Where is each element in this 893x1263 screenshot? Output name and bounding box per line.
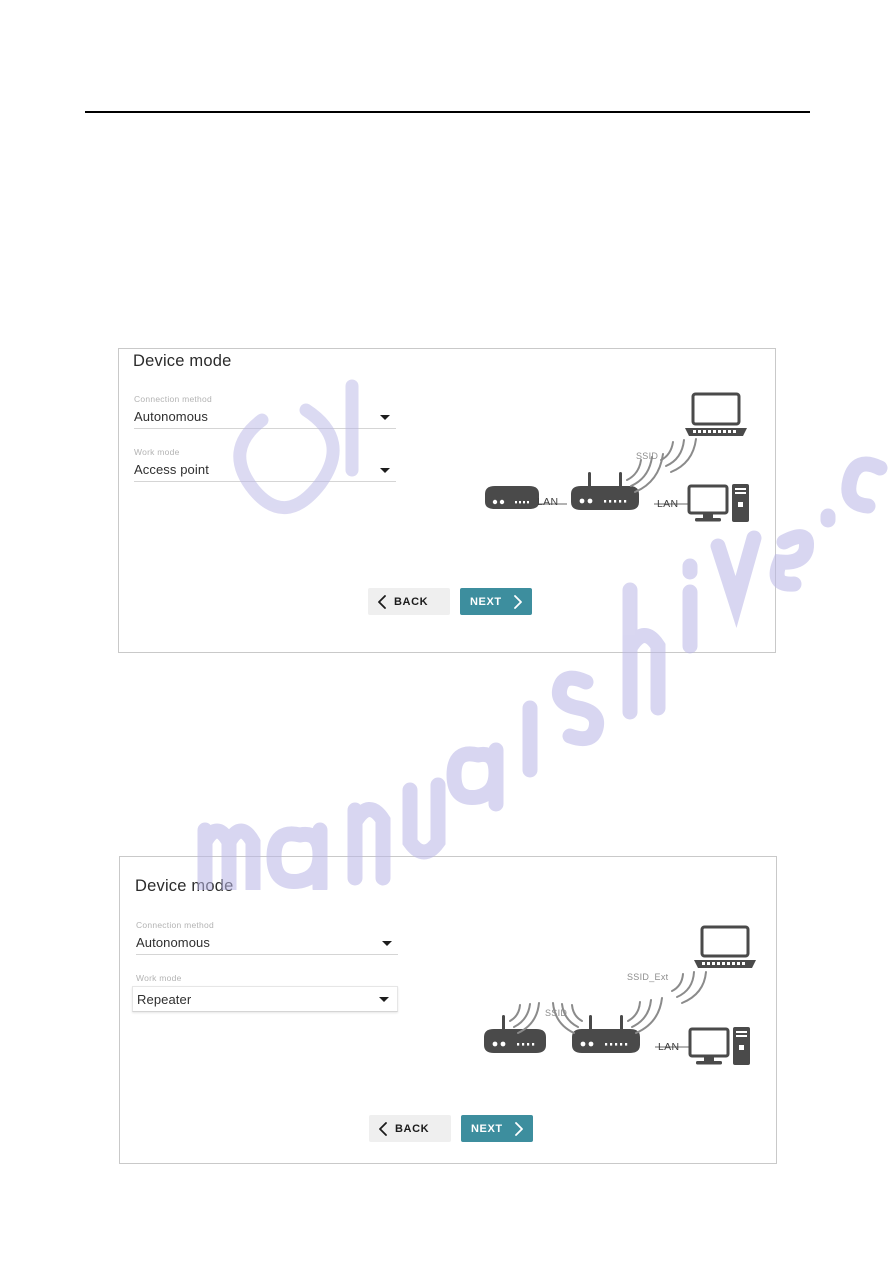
- work-mode-select[interactable]: Repeater: [132, 986, 398, 1012]
- wizard-button-row: BACK NEXT: [369, 1115, 533, 1142]
- connection-method-label: Connection method: [136, 920, 214, 930]
- wizard-button-row: BACK NEXT: [368, 588, 532, 615]
- connection-method-select[interactable]: Autonomous: [134, 405, 396, 429]
- next-button[interactable]: NEXT: [460, 588, 532, 615]
- work-mode-label: Work mode: [136, 973, 182, 983]
- next-button-label: NEXT: [470, 595, 502, 608]
- connection-method-label: Connection method: [134, 394, 212, 404]
- wifi-signal-icon: [509, 1002, 540, 1034]
- next-button-label: NEXT: [471, 1122, 503, 1135]
- lan-label: LAN: [658, 1041, 680, 1053]
- device-mode-card-repeater: Device mode Connection method Autonomous…: [119, 856, 777, 1164]
- chevron-left-icon: [379, 1121, 387, 1136]
- back-button-label: BACK: [395, 1122, 430, 1135]
- chevron-right-icon: [514, 595, 522, 609]
- modem-icon: [485, 486, 539, 509]
- device-mode-form: Connection method Autonomous Work mode A…: [134, 394, 396, 500]
- page-title: Device mode: [133, 352, 232, 370]
- laptop-icon: [685, 392, 747, 436]
- network-diagram-repeater: SSID SSID_Ext LAN: [472, 917, 762, 1102]
- device-mode-card-access-point: Device mode Connection method Autonomous…: [118, 348, 776, 653]
- wifi-signal-icon: [660, 438, 697, 473]
- router-icon: [484, 1015, 546, 1053]
- header-divider: [85, 111, 810, 113]
- work-mode-field: Work mode Repeater: [132, 973, 398, 1012]
- wifi-signal-icon: [627, 997, 663, 1034]
- chevron-right-icon: [515, 1122, 523, 1136]
- back-button-label: BACK: [394, 595, 429, 608]
- work-mode-label: Work mode: [134, 447, 180, 457]
- chevron-down-icon: [380, 467, 390, 473]
- laptop-icon: [694, 925, 756, 968]
- back-button[interactable]: BACK: [369, 1115, 451, 1142]
- back-button[interactable]: BACK: [368, 588, 450, 615]
- chevron-down-icon: [382, 940, 392, 946]
- work-mode-field: Work mode Access point: [134, 447, 396, 482]
- lan-label-right: LAN: [657, 498, 679, 510]
- chevron-down-icon: [380, 414, 390, 420]
- router-icon: [571, 472, 639, 510]
- page-title: Device mode: [135, 877, 234, 895]
- connection-method-value: Autonomous: [134, 409, 208, 424]
- work-mode-value: Access point: [134, 462, 209, 477]
- chevron-left-icon: [378, 594, 386, 609]
- chevron-down-icon: [379, 997, 389, 1002]
- device-mode-form: Connection method Autonomous Work mode R…: [132, 920, 398, 1030]
- work-mode-select[interactable]: Access point: [134, 458, 396, 482]
- next-button[interactable]: NEXT: [461, 1115, 533, 1142]
- ssid-label: SSID: [545, 1008, 568, 1018]
- desktop-pc-icon: [687, 484, 749, 522]
- ssid-ext-label: SSID_Ext: [627, 972, 669, 982]
- lan-label-left: LAN: [537, 496, 559, 508]
- network-diagram-access-point: LAN LAN SSID: [471, 374, 761, 564]
- ssid-label: SSID: [636, 451, 659, 461]
- connection-method-select[interactable]: Autonomous: [136, 931, 398, 955]
- connection-method-field: Connection method Autonomous: [136, 920, 398, 955]
- work-mode-value: Repeater: [137, 991, 192, 1007]
- connection-method-field: Connection method Autonomous: [134, 394, 396, 429]
- connection-method-value: Autonomous: [136, 935, 210, 950]
- wifi-signal-icon: [671, 971, 707, 1004]
- desktop-pc-icon: [688, 1027, 750, 1065]
